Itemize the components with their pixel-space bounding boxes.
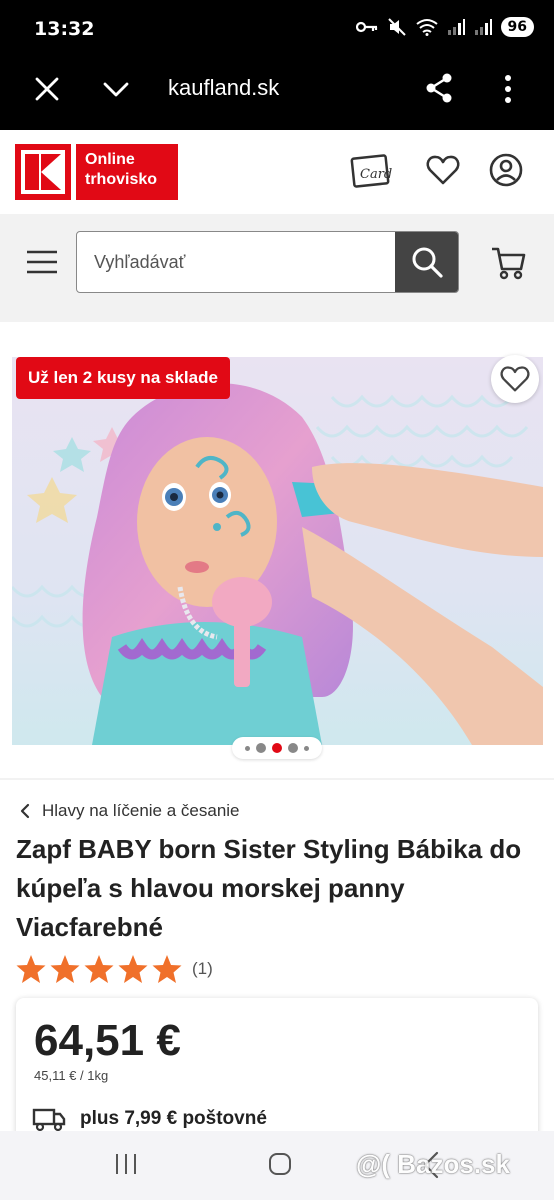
battery-level: 96 (500, 17, 534, 37)
search-button[interactable] (395, 232, 458, 292)
product-title: Zapf BABY born Sister Styling Bá­bika do… (16, 834, 522, 942)
more-icon[interactable] (498, 73, 518, 105)
logo-text[interactable]: Online trhovisko (76, 144, 178, 200)
user-icon[interactable] (489, 153, 523, 187)
shipping-info: plus 7,99 € poštovné (32, 1106, 267, 1132)
star-icon (50, 955, 80, 983)
close-icon[interactable] (34, 76, 60, 102)
site-header: Online trhovisko Card (0, 130, 554, 214)
status-bar: 13:32 96 (0, 0, 554, 58)
watermark: @( Bazos.sk (356, 1149, 510, 1179)
chevron-left-icon (20, 803, 30, 819)
key-icon (355, 21, 377, 33)
heart-icon (500, 366, 530, 392)
product-image[interactable] (12, 357, 543, 745)
kaufland-logo[interactable] (15, 144, 71, 200)
gallery-pagination (232, 737, 322, 759)
recents-icon[interactable] (114, 1153, 138, 1175)
rating-count[interactable]: (1) (192, 959, 213, 979)
star-icon (16, 955, 46, 983)
search-box (76, 231, 459, 293)
wifi-icon (415, 19, 438, 36)
search-section (0, 214, 554, 310)
gallery-dot[interactable] (304, 745, 309, 751)
star-icon (152, 955, 182, 983)
unit-price: 45,11 € / 1kg (34, 1068, 109, 1083)
star-icon (84, 955, 114, 983)
shipping-label: plus 7,99 € poštovné (80, 1108, 267, 1129)
heart-icon[interactable] (426, 154, 460, 186)
cart-icon[interactable] (490, 246, 526, 280)
card-icon[interactable]: Card (350, 152, 398, 192)
product-price: 64,51 € (34, 1016, 181, 1065)
gallery-dot[interactable] (245, 745, 250, 751)
k-logo-icon (21, 150, 65, 194)
mute-icon (387, 18, 406, 36)
search-icon (412, 247, 443, 278)
gallery-dot[interactable] (288, 743, 298, 753)
share-icon[interactable] (424, 72, 454, 104)
gallery-dot[interactable] (256, 743, 266, 753)
gallery-dot-active[interactable] (272, 743, 282, 753)
browser-bar: kaufland.sk (0, 58, 554, 130)
signal-icon (447, 19, 465, 35)
star-icon (118, 955, 148, 983)
menu-icon[interactable] (26, 250, 58, 274)
chevron-down-icon[interactable] (102, 78, 130, 100)
status-time: 13:32 (34, 18, 95, 40)
status-icons: 96 (355, 17, 534, 37)
stock-badge: Už len 2 kusy na sklade (16, 357, 230, 399)
wishlist-button[interactable] (491, 355, 539, 403)
product-rating[interactable]: (1) (16, 954, 213, 984)
breadcrumb[interactable]: Hlavy na líčenie a česanie (20, 801, 240, 821)
search-input[interactable] (77, 232, 395, 292)
system-nav-bar: @( Bazos.sk (0, 1131, 554, 1200)
url-bar[interactable]: kaufland.sk (168, 75, 279, 101)
svg-text:Card: Card (360, 167, 392, 182)
breadcrumb-label: Hlavy na líčenie a česanie (42, 801, 240, 820)
home-icon[interactable] (268, 1152, 292, 1176)
delivery-truck-icon (32, 1108, 66, 1132)
signal-icon (474, 19, 492, 35)
